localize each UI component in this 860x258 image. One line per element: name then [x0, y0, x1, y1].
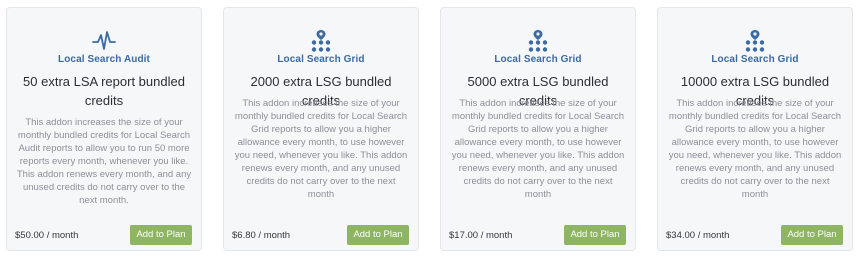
addon-grid: Local Search Audit 50 extra LSA report b…	[0, 0, 860, 258]
addon-description: This addon increases the size of your mo…	[451, 98, 625, 200]
addon-description: This addon increases the size of your mo…	[16, 117, 192, 206]
addon-description: This addon increases the size of your mo…	[234, 98, 408, 200]
addon-price: $34.00 / month	[666, 230, 730, 241]
grid-pin-icon	[224, 28, 418, 54]
addon-price: $17.00 / month	[449, 230, 513, 241]
add-to-plan-button[interactable]: Add to Plan	[347, 225, 409, 245]
addon-card-lsg-10000: Local Search Grid 10000 extra LSG bundle…	[657, 7, 853, 251]
addon-price: $6.80 / month	[232, 230, 291, 241]
add-to-plan-button[interactable]: Add to Plan	[781, 225, 843, 245]
product-name: Local Search Audit	[57, 54, 150, 65]
addon-title: 50 extra LSA report bundled credits	[23, 74, 185, 108]
grid-pin-icon	[441, 28, 635, 54]
add-to-plan-button[interactable]: Add to Plan	[564, 225, 626, 245]
addon-price: $50.00 / month	[15, 230, 79, 241]
product-name: Local Search Grid	[494, 54, 582, 65]
grid-pin-icon	[658, 28, 852, 54]
product-name: Local Search Grid	[277, 54, 365, 65]
product-name: Local Search Grid	[711, 54, 799, 65]
pulse-icon	[7, 28, 201, 54]
addon-card-lsg-5000: Local Search Grid 5000 extra LSG bundled…	[440, 7, 636, 251]
addon-description: This addon increases the size of your mo…	[668, 98, 842, 200]
add-to-plan-button[interactable]: Add to Plan	[130, 225, 192, 245]
addon-card-lsa-50: Local Search Audit 50 extra LSA report b…	[6, 7, 202, 251]
addon-card-lsg-2000: Local Search Grid 2000 extra LSG bundled…	[223, 7, 419, 251]
